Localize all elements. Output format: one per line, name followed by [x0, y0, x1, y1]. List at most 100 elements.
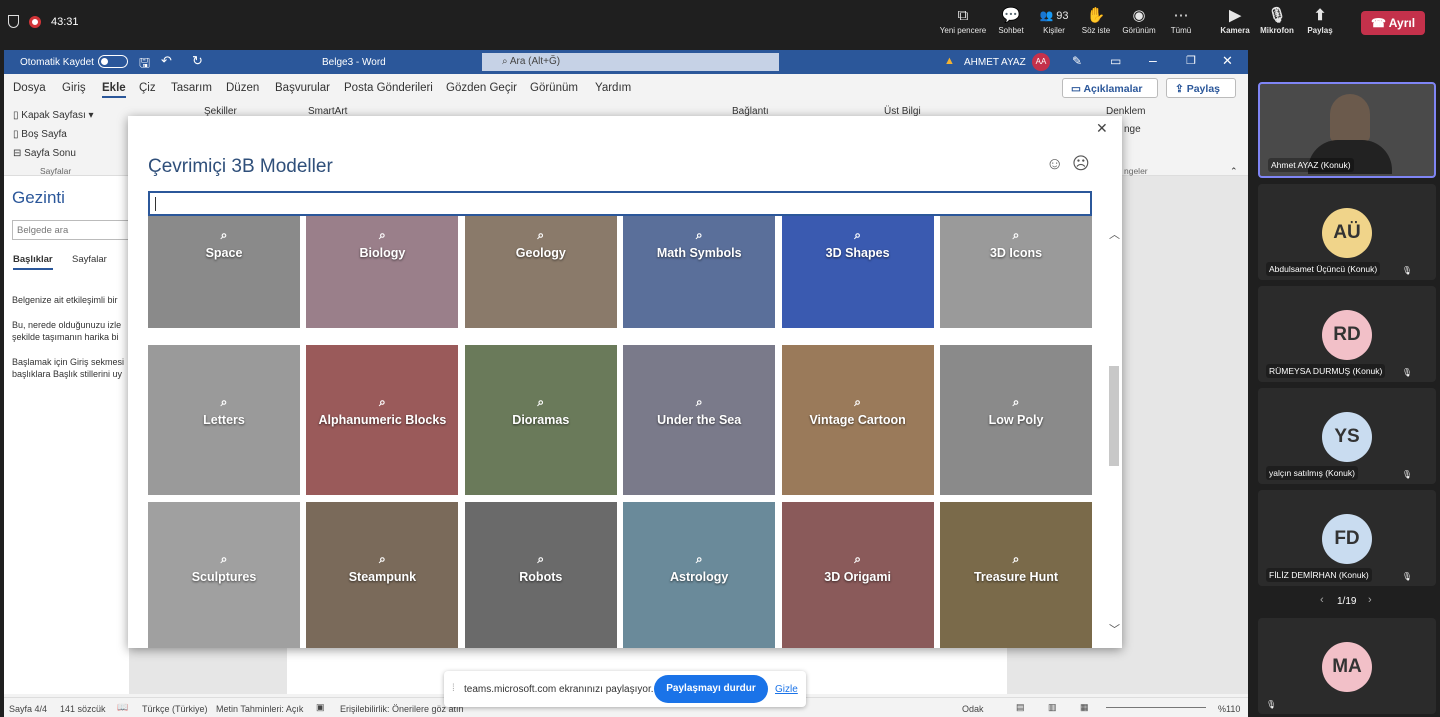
category-tile[interactable]: ⌕ Letters: [148, 345, 300, 495]
dialog-scrollbar[interactable]: ︿ ﹀: [1108, 226, 1120, 638]
category-tile[interactable]: ⌕ Astrology: [623, 502, 776, 648]
category-tile[interactable]: ⌕ Geology: [464, 216, 617, 328]
search-icon: ⌕: [537, 228, 545, 242]
search-icon: ⌕: [537, 552, 545, 566]
share-label: Paylaş: [1186, 83, 1220, 95]
tab-10[interactable]: Yardım: [595, 82, 631, 94]
category-label: Biology: [359, 246, 406, 260]
status-predictions[interactable]: Metin Tahminleri: Açık: [216, 704, 303, 714]
read-mode-icon[interactable]: ▤: [1016, 702, 1025, 713]
host-video-tile[interactable]: Ahmet AYAZ (Konuk): [1258, 82, 1436, 178]
smile-feedback-icon[interactable]: ☺: [1046, 154, 1063, 174]
user-avatar[interactable]: AA: [1032, 53, 1050, 71]
leave-button[interactable]: ☎ Ayrıl: [1361, 11, 1425, 35]
status-focus[interactable]: Odak: [962, 704, 984, 714]
web-layout-icon[interactable]: ▦: [1080, 702, 1089, 713]
category-tile[interactable]: ⌕ Steampunk: [306, 502, 459, 648]
category-tile[interactable]: ⌕ 3D Icons: [940, 216, 1092, 328]
category-tile[interactable]: ⌕ Biology: [306, 216, 459, 328]
zoom-slider[interactable]: [1106, 707, 1206, 708]
nav-tab-pages[interactable]: Sayfalar: [72, 254, 107, 265]
participant-tile[interactable]: FD FİLİZ DEMİRHAN (Konuk) 🎙: [1258, 490, 1436, 586]
tab-7[interactable]: Posta Gönderileri: [344, 82, 433, 94]
tab-1[interactable]: Giriş: [62, 82, 86, 94]
category-tile[interactable]: ⌕ Robots: [464, 502, 617, 648]
scroll-thumb[interactable]: [1109, 366, 1119, 466]
ribbon-display-icon[interactable]: ▭: [1110, 54, 1121, 68]
tab-5[interactable]: Düzen: [226, 82, 259, 94]
category-tile[interactable]: ⌕ 3D Shapes: [781, 216, 934, 328]
tab-0[interactable]: Dosya: [13, 82, 46, 94]
cover-page-button[interactable]: ▯ Kapak Sayfası ▾: [13, 106, 94, 125]
recording-icon: [29, 16, 41, 28]
mic-off-label: Mikrofon: [1260, 26, 1294, 35]
category-tile[interactable]: ⌕ Space: [148, 216, 300, 328]
category-tile[interactable]: ⌕ Math Symbols: [623, 216, 776, 328]
search-icon: ⌕: [379, 552, 386, 566]
category-tile[interactable]: ⌕ Dioramas: [464, 345, 617, 495]
symbols-button[interactable]: nge: [1124, 124, 1141, 135]
mic-muted-icon: 🎙: [1401, 470, 1412, 479]
tab-4[interactable]: Tasarım: [171, 82, 212, 94]
print-layout-icon[interactable]: ▥: [1048, 702, 1057, 713]
category-tile[interactable]: ⌕ Treasure Hunt: [940, 502, 1092, 648]
tab-6[interactable]: Başvurular: [275, 82, 330, 94]
participant-tile[interactable]: MA 🎙: [1258, 618, 1436, 714]
category-tile[interactable]: ⌕ 3D Origami: [781, 502, 934, 648]
stop-sharing-button[interactable]: Paylaşmayı durdur: [654, 675, 768, 703]
dialog-close-icon[interactable]: ✕: [1096, 120, 1108, 137]
participant-tile[interactable]: AÜ Abdulsamet Üçüncü (Konuk) 🎙: [1258, 184, 1436, 280]
redo-icon[interactable]: ↻: [192, 53, 203, 69]
status-zoom[interactable]: %110: [1218, 704, 1240, 714]
tab-9[interactable]: Görünüm: [530, 82, 578, 94]
status-language[interactable]: Türkçe (Türkiye): [142, 704, 208, 714]
search-icon: ⌕: [502, 56, 510, 67]
proofing-icon[interactable]: 📖: [117, 702, 128, 713]
drag-handle-icon[interactable]: ⁞: [452, 683, 455, 694]
pen-icon[interactable]: ✎: [1072, 54, 1082, 68]
status-page[interactable]: Sayfa 4/4: [9, 704, 47, 714]
share-button[interactable]: ⇪ Paylaş: [1166, 78, 1236, 98]
restore-icon[interactable]: ❐: [1186, 54, 1196, 67]
prev-page-icon[interactable]: ‹: [1320, 594, 1324, 606]
hide-link[interactable]: Gizle: [775, 684, 798, 695]
more-button[interactable]: ⋯ Tümü: [1151, 6, 1211, 35]
search-icon: ⌕: [854, 228, 861, 242]
search-icon: ⌕: [854, 552, 861, 566]
participant-tile[interactable]: YS yalçın satılmış (Konuk) 🎙: [1258, 388, 1436, 484]
minimize-icon[interactable]: –: [1149, 52, 1157, 68]
nav-search-input[interactable]: Belgede ara: [12, 220, 129, 240]
close-window-icon[interactable]: ✕: [1222, 53, 1233, 69]
scroll-up-icon[interactable]: ︿: [1109, 226, 1120, 242]
category-label: Treasure Hunt: [973, 570, 1059, 584]
category-tile[interactable]: ⌕ Sculptures: [148, 502, 300, 648]
page-break-button[interactable]: ⊟ Sayfa Sonu: [13, 144, 94, 163]
participant-name: yalçın satılmış (Konuk): [1266, 466, 1358, 480]
status-words[interactable]: 141 sözcük: [60, 704, 106, 714]
category-tile[interactable]: ⌕ Vintage Cartoon: [781, 345, 934, 495]
category-tile[interactable]: ⌕ Under the Sea: [623, 345, 776, 495]
undo-icon[interactable]: ↶: [161, 53, 172, 69]
comments-button[interactable]: ▭ Açıklamalar: [1062, 78, 1158, 98]
search-icon: ⌕: [695, 552, 703, 566]
macro-icon[interactable]: ▣: [316, 702, 325, 713]
frown-feedback-icon[interactable]: ☹: [1072, 154, 1090, 174]
nav-tab-headings[interactable]: Başlıklar: [13, 254, 53, 270]
tab-3[interactable]: Çiz: [139, 82, 156, 94]
category-tile[interactable]: ⌕ Alphanumeric Blocks: [306, 345, 459, 495]
autosave-toggle[interactable]: [98, 55, 128, 68]
avatar: FD: [1322, 514, 1372, 564]
tab-2[interactable]: Ekle: [102, 82, 126, 98]
comments-icon: ▭: [1071, 83, 1084, 95]
blank-page-button[interactable]: ▯ Boş Sayfa: [13, 125, 94, 144]
participant-name: FİLİZ DEMİRHAN (Konuk): [1266, 568, 1372, 582]
save-icon[interactable]: 🖫: [139, 54, 150, 76]
category-tile[interactable]: ⌕ Low Poly: [940, 345, 1092, 495]
participant-tile[interactable]: RD RÜMEYSA DURMUŞ (Konuk) 🎙: [1258, 286, 1436, 382]
share-button[interactable]: ⬆ Paylaş: [1290, 6, 1350, 35]
search-box[interactable]: ⌕ Ara (Alt+Ğ): [482, 53, 779, 71]
models-search-input[interactable]: [148, 191, 1092, 216]
scroll-down-icon[interactable]: ﹀: [1109, 621, 1120, 637]
tab-8[interactable]: Gözden Geçir: [446, 82, 517, 94]
next-page-icon[interactable]: ›: [1368, 594, 1372, 606]
